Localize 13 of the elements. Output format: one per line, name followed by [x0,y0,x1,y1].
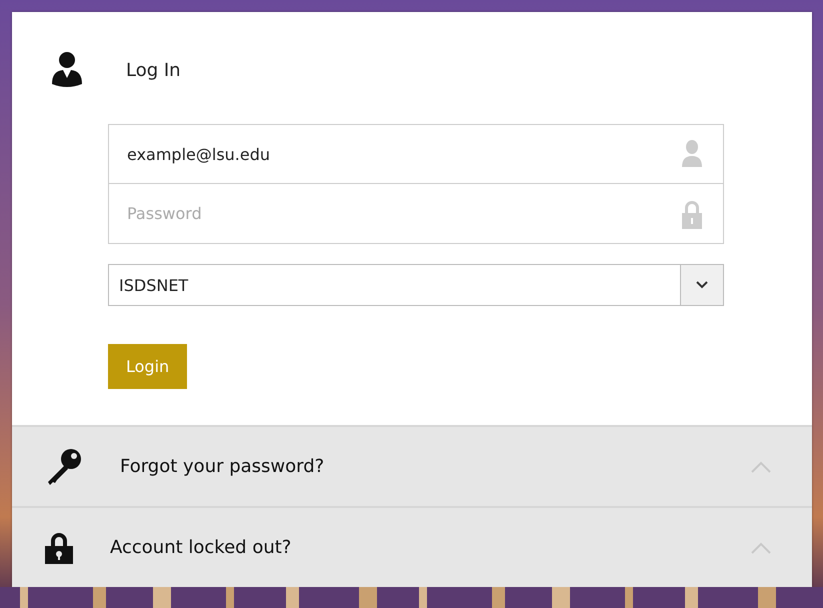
email-field[interactable]: example@lsu.edu [108,124,724,184]
user-icon [52,52,82,88]
lock-icon [682,199,702,229]
chevron-icon [750,542,772,554]
domain-dropdown[interactable]: ISDSNET [108,264,724,306]
chevron-down-icon [696,281,708,289]
accordion-header[interactable]: Account locked out? [12,506,812,587]
user-icon [682,140,702,168]
lock-icon [44,530,74,564]
login-title: Log In [126,60,181,80]
accordion-header[interactable]: Forgot your password? [12,425,812,506]
password-field[interactable]: Password [108,184,724,244]
chevron-icon [750,460,772,472]
